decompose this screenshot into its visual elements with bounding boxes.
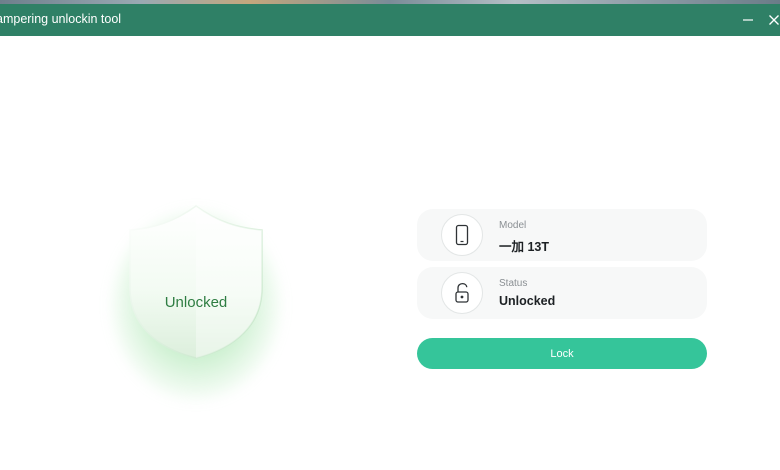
shield-icon	[129, 205, 263, 359]
unlocked-padlock-icon	[455, 282, 469, 303]
window-title: ampering unlockin tool	[0, 12, 122, 26]
status-card: Status Unlocked	[417, 267, 707, 319]
minimize-button[interactable]	[736, 8, 760, 32]
main-content: Unlocked Model 一加 13T Status Unlocked Lo…	[0, 36, 780, 470]
model-icon-circle	[441, 214, 483, 256]
model-value: 一加 13T	[499, 240, 550, 254]
status-value: Unlocked	[499, 294, 556, 308]
shield-status-graphic: Unlocked	[86, 188, 306, 428]
status-label: Status	[499, 278, 528, 289]
model-card: Model 一加 13T	[417, 209, 707, 261]
close-button[interactable]	[762, 8, 780, 32]
close-icon	[769, 15, 779, 25]
status-icon-circle	[441, 272, 483, 314]
minimize-icon	[743, 19, 753, 21]
shield-status-label: Unlocked	[164, 294, 228, 311]
window-titlebar: ampering unlockin tool	[0, 4, 780, 36]
phone-icon	[455, 224, 469, 246]
lock-button[interactable]: Lock	[417, 338, 707, 369]
model-label: Model	[499, 220, 527, 231]
